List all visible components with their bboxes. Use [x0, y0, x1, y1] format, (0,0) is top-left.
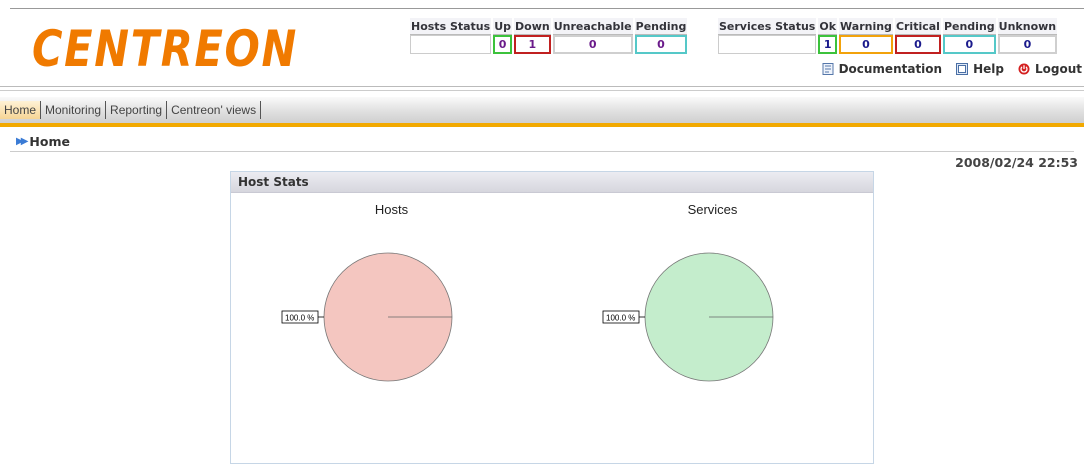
- header-divider-2: [0, 90, 1084, 91]
- hosts-up-header: Up: [493, 18, 512, 35]
- logout-link[interactable]: Logout: [1018, 62, 1082, 76]
- hosts-down-header: Down: [514, 18, 551, 35]
- help-icon: [956, 63, 969, 75]
- services-pie-svg: 100.0 %: [602, 252, 774, 382]
- menu-tab-centreon-views[interactable]: Centreon' views: [167, 101, 262, 119]
- services-status-label: Services Status: [718, 18, 817, 35]
- breadcrumb-arrow-icon: ▶▶: [16, 136, 29, 147]
- documentation-link[interactable]: Documentation: [822, 62, 943, 76]
- services-pending-count[interactable]: 0: [942, 35, 996, 54]
- hosts-pending-count[interactable]: 0: [634, 35, 688, 54]
- logout-label: Logout: [1034, 62, 1082, 76]
- services-unknown-header: Unknown: [997, 18, 1058, 35]
- services-critical-header: Critical: [894, 18, 941, 35]
- services-unknown-count[interactable]: 0: [997, 35, 1058, 54]
- hosts-pending-header: Pending: [634, 18, 688, 35]
- logo-text: CENTREON: [32, 20, 298, 78]
- services-warning-count[interactable]: 0: [839, 35, 893, 54]
- services-ok-count[interactable]: 1: [818, 35, 838, 54]
- current-datetime: 2008/02/24 22:53: [955, 155, 1078, 170]
- help-link[interactable]: Help: [956, 62, 1004, 76]
- pie-slice-label: 100.0 %: [606, 314, 635, 323]
- main-menu-bar: Home Monitoring Reporting Centreon' view…: [0, 97, 1084, 127]
- services-status-table: Services Status Ok Warning Critical Pend…: [716, 18, 1059, 54]
- hosts-unreachable-count[interactable]: 0: [552, 35, 633, 54]
- hosts-up-count[interactable]: 0: [493, 35, 512, 54]
- hosts-status-label: Hosts Status: [410, 18, 492, 35]
- menu-tab-home[interactable]: Home: [0, 101, 42, 119]
- top-border-line: [10, 8, 1084, 9]
- services-pie-chart: Services 100.0 %: [552, 192, 873, 462]
- logout-icon: [1018, 63, 1030, 75]
- services-status-blank: [718, 35, 817, 54]
- documentation-label: Documentation: [838, 62, 943, 76]
- panel-title: Host Stats: [231, 172, 873, 193]
- services-ok-header: Ok: [818, 18, 838, 35]
- breadcrumb-home[interactable]: Home: [29, 134, 70, 149]
- menu-tab-reporting[interactable]: Reporting: [106, 101, 168, 119]
- top-links: Documentation Help Logout: [822, 62, 1082, 76]
- header-divider: [0, 86, 1084, 87]
- hosts-down-count[interactable]: 1: [514, 35, 551, 54]
- hosts-status-blank: [410, 35, 492, 54]
- hosts-status-table: Hosts Status Up Down Unreachable Pending…: [408, 18, 689, 54]
- breadcrumb: ▶▶ Home: [16, 134, 70, 149]
- help-label: Help: [973, 62, 1004, 76]
- hosts-pie-svg: 100.0 %: [281, 252, 453, 382]
- services-warning-header: Warning: [839, 18, 893, 35]
- documentation-icon: [822, 63, 834, 75]
- services-critical-count[interactable]: 0: [894, 35, 941, 54]
- services-pending-header: Pending: [942, 18, 996, 35]
- hosts-pie-chart: Hosts 100.0 %: [231, 192, 552, 462]
- pie-slice-label: 100.0 %: [285, 314, 314, 323]
- host-stats-panel: Host Stats Hosts 100.0 % Services 100.0 …: [230, 171, 874, 464]
- centreon-logo[interactable]: CENTREON: [32, 18, 302, 78]
- breadcrumb-divider: [10, 151, 1074, 152]
- menu-tab-monitoring[interactable]: Monitoring: [41, 101, 107, 119]
- hosts-unreachable-header: Unreachable: [552, 18, 633, 35]
